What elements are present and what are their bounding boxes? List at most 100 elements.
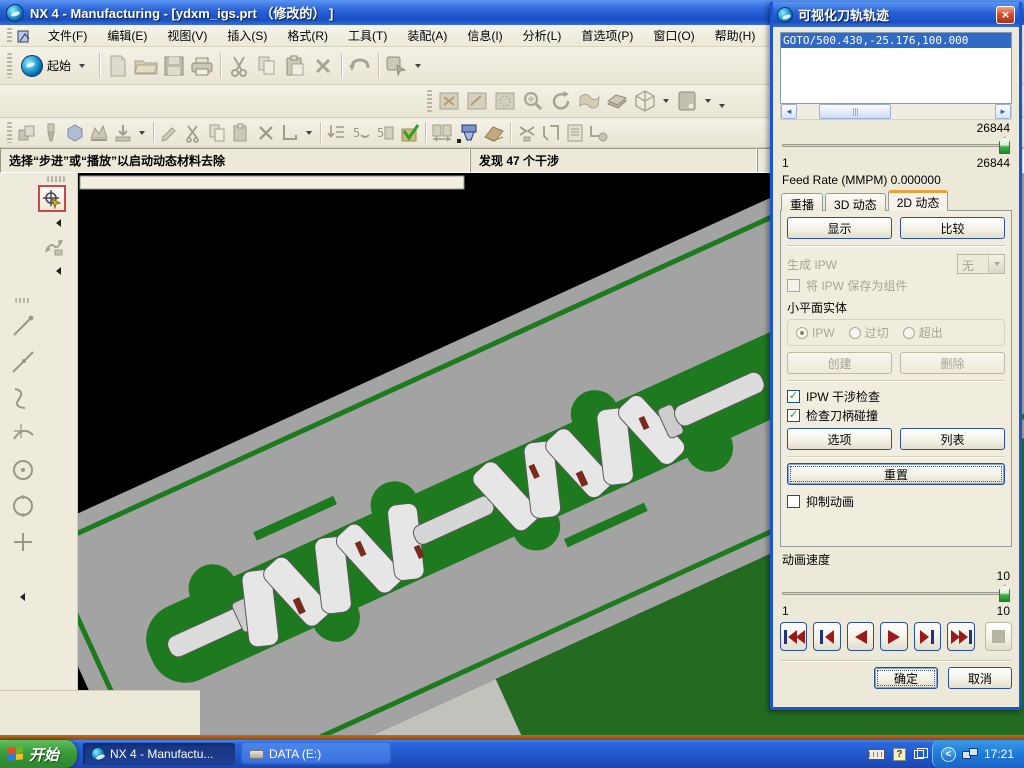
undo-icon[interactable] — [346, 53, 374, 79]
delete-operation-icon[interactable] — [254, 122, 278, 144]
play-reverse-button[interactable] — [847, 622, 874, 651]
menu-insert[interactable]: 插入(S) — [218, 25, 276, 46]
snap-point-button[interactable] — [38, 185, 66, 212]
show-button[interactable]: 显示 — [787, 217, 892, 239]
start-button[interactable]: 开始 — [0, 740, 77, 768]
shop-doc-icon[interactable] — [563, 122, 587, 144]
cancel-button[interactable]: 取消 — [948, 667, 1012, 689]
copy-icon[interactable] — [253, 53, 281, 79]
spline-tool-icon[interactable] — [10, 385, 36, 411]
flyout-arrow-icon[interactable] — [56, 219, 61, 227]
view-popup-icon[interactable] — [383, 53, 411, 79]
paste-operation-icon[interactable] — [230, 122, 254, 144]
verify-toolpath-icon[interactable] — [397, 122, 421, 144]
tray-chevron-icon[interactable]: < — [941, 747, 956, 762]
slider-thumb[interactable] — [999, 585, 1010, 602]
workpiece-display-icon[interactable] — [482, 122, 506, 144]
network-icon[interactable] — [962, 748, 978, 760]
open-file-icon[interactable] — [132, 53, 160, 79]
save-icon[interactable] — [160, 53, 188, 79]
tab-3d-dynamic[interactable]: 3D 动态 — [825, 193, 886, 211]
menu-format[interactable]: 格式(R) — [278, 25, 337, 46]
paste-icon[interactable] — [281, 53, 309, 79]
fit-view-icon[interactable] — [435, 88, 463, 114]
zoom-region-icon[interactable] — [491, 88, 519, 114]
output-icon[interactable] — [587, 122, 611, 144]
go-to-start-button[interactable] — [780, 622, 807, 651]
compare-button[interactable]: 比较 — [900, 217, 1005, 239]
create-tool-icon[interactable] — [39, 122, 63, 144]
replay-toolpath-icon[interactable]: 5 — [349, 122, 373, 144]
holder-collision-checkbox[interactable]: ✓ — [787, 409, 800, 422]
sync-icon[interactable] — [539, 122, 563, 144]
zoom-box-icon[interactable] — [463, 88, 491, 114]
gcode-listbox[interactable]: GOTO/500.430,-25.176,100.000 — [780, 32, 1012, 104]
line-segment-tool-icon[interactable] — [10, 349, 36, 375]
motion-progress-slider[interactable] — [782, 137, 1010, 154]
menu-view[interactable]: 视图(V) — [158, 25, 216, 46]
delete-icon[interactable] — [309, 53, 337, 79]
step-back-button[interactable] — [813, 622, 840, 651]
perspective-icon[interactable] — [603, 88, 631, 114]
copy-operation-icon[interactable] — [206, 122, 230, 144]
tab-2d-dynamic[interactable]: 2D 动态 — [888, 190, 949, 211]
taskbar-task-nx[interactable]: NX 4 - Manufactu... — [83, 743, 235, 765]
circle-center-tool-icon[interactable] — [10, 457, 36, 483]
chevron-down-icon[interactable] — [663, 99, 669, 103]
flyout-arrow-icon[interactable] — [56, 267, 61, 275]
restore-window-icon[interactable] — [914, 750, 924, 759]
curve-flyout-button[interactable] — [40, 233, 68, 261]
new-file-icon[interactable] — [104, 53, 132, 79]
toolbar-options-chevron[interactable] — [719, 104, 725, 108]
point-tool-icon[interactable] — [10, 529, 36, 555]
print-icon[interactable] — [188, 53, 216, 79]
menu-preferences[interactable]: 首选项(P) — [572, 25, 642, 46]
menu-assemblies[interactable]: 装配(A) — [398, 25, 456, 46]
gcode-selected-line[interactable]: GOTO/500.430,-25.176,100.000 — [781, 33, 1011, 48]
scroll-left-icon[interactable]: ◄ — [781, 104, 797, 119]
animation-speed-slider[interactable] — [782, 585, 1010, 602]
chevron-down-icon[interactable] — [415, 64, 421, 68]
line-tool-icon[interactable] — [10, 313, 36, 339]
edit-operation-icon[interactable] — [158, 122, 182, 144]
scroll-thumb[interactable] — [819, 104, 891, 119]
play-button[interactable] — [880, 622, 907, 651]
list-button[interactable]: 列表 — [900, 428, 1005, 450]
menu-tools[interactable]: 工具(T) — [339, 25, 396, 46]
view-orient-cube-icon[interactable] — [631, 88, 659, 114]
step-forward-button[interactable] — [914, 622, 941, 651]
menu-file[interactable]: 文件(F) — [39, 25, 96, 46]
cut-operation-icon[interactable] — [182, 122, 206, 144]
taskbar-task-data-drive[interactable]: DATA (E:) — [241, 743, 391, 765]
generate-toolpath-icon[interactable] — [325, 122, 349, 144]
slider-thumb[interactable] — [999, 137, 1010, 154]
cut-icon[interactable] — [225, 53, 253, 79]
options-button[interactable]: 选项 — [787, 428, 892, 450]
postprocess-icon[interactable]: 5 — [373, 122, 397, 144]
scroll-track[interactable] — [891, 104, 995, 119]
ime-help-icon[interactable]: ? — [893, 748, 906, 761]
menu-edit[interactable]: 编辑(E) — [98, 25, 156, 46]
menu-window[interactable]: 窗口(O) — [644, 25, 703, 46]
create-operation-icon[interactable] — [111, 122, 135, 144]
create-program-icon[interactable] — [15, 122, 39, 144]
zoom-in-out-icon[interactable] — [519, 88, 547, 114]
scroll-right-icon[interactable]: ► — [995, 104, 1011, 119]
chevron-down-icon[interactable] — [705, 99, 711, 103]
display-mode-icon[interactable] — [673, 88, 701, 114]
reset-button[interactable]: 重置 — [787, 463, 1005, 485]
list-toolpath-icon[interactable] — [430, 122, 454, 144]
go-to-end-button[interactable] — [947, 622, 974, 651]
pan-view-icon[interactable] — [575, 88, 603, 114]
start-flyout-button[interactable]: 起始 — [15, 53, 95, 79]
tool-display-icon[interactable] — [454, 120, 482, 146]
menu-help[interactable]: 帮助(H) — [706, 25, 765, 46]
machine-sim-icon[interactable] — [515, 122, 539, 144]
tab-replay[interactable]: 重播 — [781, 193, 823, 211]
listbox-hscrollbar[interactable]: ◄ ► — [780, 104, 1012, 120]
create-geometry-icon[interactable] — [63, 122, 87, 144]
rotate-view-icon[interactable] — [547, 88, 575, 114]
create-method-icon[interactable] — [87, 122, 111, 144]
chevron-down-icon[interactable] — [139, 131, 145, 135]
ipw-interference-checkbox[interactable]: ✓ — [787, 390, 800, 403]
